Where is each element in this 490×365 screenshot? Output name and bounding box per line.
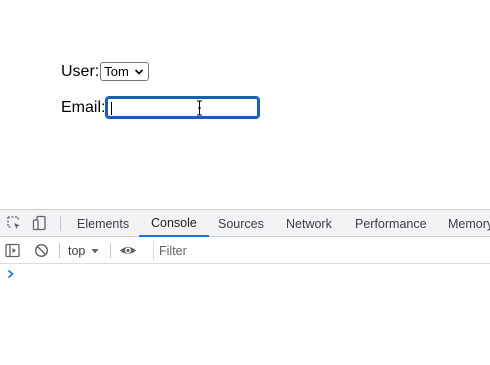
ibeam-cursor-icon	[197, 100, 203, 116]
console-toolbar-divider	[59, 243, 60, 258]
chevron-down-icon	[134, 68, 143, 75]
devtools-panel: Elements Console Sources Network Perform…	[0, 209, 490, 365]
show-sidebar-icon[interactable]	[5, 243, 20, 258]
console-prompt-chevron-icon	[7, 269, 14, 279]
inspect-element-icon[interactable]	[6, 215, 22, 231]
user-select[interactable]: Tom	[100, 62, 150, 81]
tab-network[interactable]: Network	[286, 210, 332, 237]
user-row: User: Tom	[61, 62, 150, 81]
tab-performance[interactable]: Performance	[355, 210, 427, 237]
email-input[interactable]	[105, 96, 261, 119]
tab-sources[interactable]: Sources	[218, 210, 264, 237]
context-selector[interactable]: top	[68, 237, 99, 264]
devtools-tabbar: Elements Console Sources Network Perform…	[0, 210, 490, 237]
tab-elements[interactable]: Elements	[77, 210, 129, 237]
dropdown-triangle-icon	[91, 248, 99, 253]
user-select-value: Tom	[104, 64, 129, 79]
tab-memory[interactable]: Memory	[448, 210, 490, 237]
console-toolbar-divider	[110, 243, 111, 258]
device-toolbar-icon[interactable]	[32, 215, 48, 231]
eye-icon[interactable]	[119, 243, 137, 258]
user-label: User:	[61, 62, 100, 80]
console-toolbar: top Filter	[0, 237, 490, 264]
clear-console-icon[interactable]	[34, 243, 49, 258]
email-row: Email:	[61, 96, 261, 119]
email-label: Email:	[61, 98, 106, 116]
tab-console[interactable]: Console	[139, 210, 209, 237]
filter-placeholder: Filter	[159, 243, 187, 258]
filter-input[interactable]: Filter	[153, 241, 490, 260]
context-value: top	[68, 243, 86, 258]
web-page: User: Tom Email:	[0, 0, 490, 209]
tabbar-divider	[60, 216, 61, 231]
text-caret	[111, 102, 113, 115]
